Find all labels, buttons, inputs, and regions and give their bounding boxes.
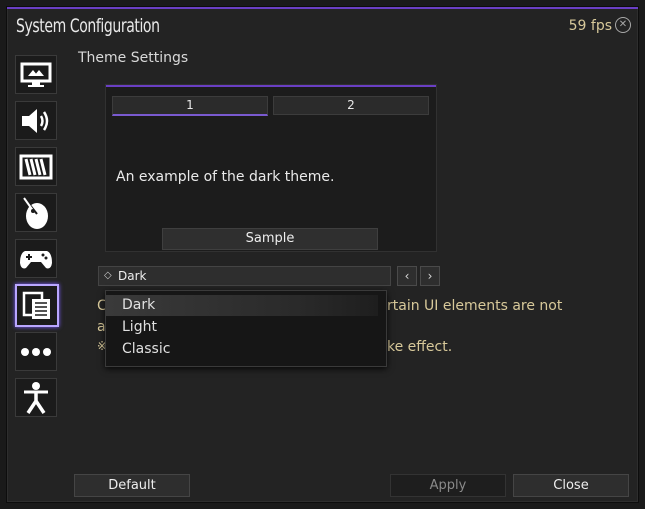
close-icon[interactable]: ✕ <box>615 17 631 33</box>
theme-next-button[interactable]: › <box>420 266 440 286</box>
document-list-icon <box>22 291 50 319</box>
theme-dropdown-list: Dark Light Classic <box>105 290 387 367</box>
speaker-icon <box>22 108 49 133</box>
select-diamond-icon: ◇ <box>104 270 112 281</box>
theme-select[interactable]: ◇ Dark <box>98 266 391 286</box>
sidebar-item-sound[interactable] <box>15 101 57 140</box>
sidebar-item-more[interactable] <box>15 332 57 371</box>
sample-button[interactable]: Sample <box>162 228 378 250</box>
config-window: System Configuration 59 fps ✕ Theme Sett… <box>6 6 639 503</box>
theme-prev-button[interactable]: ‹ <box>397 266 417 286</box>
more-icon <box>21 347 51 356</box>
sidebar-item-display[interactable] <box>15 55 57 94</box>
sidebar-item-theme[interactable] <box>15 284 59 327</box>
preview-tab-2[interactable]: 2 <box>273 96 429 115</box>
note-text-right-3: ke effect. <box>387 339 453 355</box>
dropdown-option-classic[interactable]: Classic <box>106 339 378 360</box>
preview-text: An example of the dark theme. <box>116 169 335 185</box>
dropdown-option-dark[interactable]: Dark <box>106 295 378 316</box>
sidebar-item-mouse[interactable] <box>15 193 57 232</box>
fps-counter: 59 fps <box>568 18 612 34</box>
note-text-right-1: rtain UI elements are not <box>387 298 563 314</box>
window-title: System Configuration <box>16 15 160 37</box>
section-title: Theme Settings <box>78 50 189 66</box>
display-icon <box>20 62 52 87</box>
sidebar-item-accessibility[interactable] <box>15 378 57 417</box>
default-button[interactable]: Default <box>74 474 190 497</box>
close-button[interactable]: Close <box>513 474 629 497</box>
dropdown-option-light[interactable]: Light <box>106 317 378 338</box>
gamepad-icon <box>20 250 52 268</box>
graphics-icon <box>19 154 53 179</box>
mouse-icon <box>23 196 48 229</box>
apply-button[interactable]: Apply <box>390 474 506 497</box>
sidebar-item-gamepad[interactable] <box>15 239 57 278</box>
preview-tab-1[interactable]: 1 <box>112 96 268 116</box>
accessibility-icon <box>24 381 48 414</box>
theme-select-value: Dark <box>118 269 147 283</box>
theme-preview-panel: 1 2 An example of the dark theme. Sample <box>105 84 437 252</box>
sidebar-item-graphics[interactable] <box>15 147 57 186</box>
